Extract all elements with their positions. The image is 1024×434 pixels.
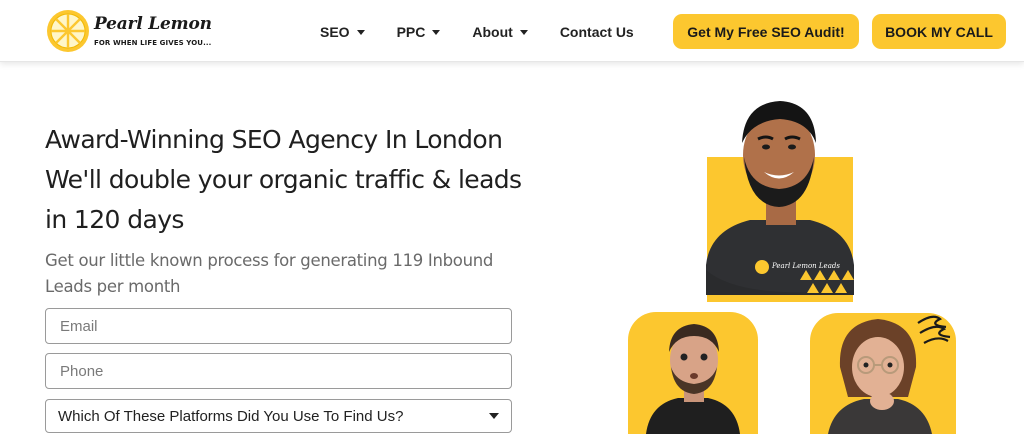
- book-my-call-button[interactable]: BOOK MY CALL: [872, 14, 1006, 49]
- brand-logo[interactable]: Pearl Lemon FOR WHEN LIFE GIVES YOU...: [46, 8, 212, 54]
- main-nav: SEO PPC About Contact Us: [320, 22, 634, 42]
- person-illustration: [706, 101, 854, 295]
- free-seo-audit-button[interactable]: Get My Free SEO Audit!: [673, 14, 859, 49]
- site-header: Pearl Lemon FOR WHEN LIFE GIVES YOU... S…: [0, 0, 1024, 62]
- phone-field[interactable]: [45, 353, 512, 389]
- platform-select[interactable]: Which Of These Platforms Did You Use To …: [45, 399, 512, 433]
- nav-item-label: About: [472, 24, 513, 40]
- person-illustration: [646, 324, 740, 434]
- caret-down-icon: [489, 413, 499, 419]
- team-photo-main: Pearl Lemon Leads: [700, 95, 860, 305]
- nav-item-seo[interactable]: SEO: [320, 24, 365, 40]
- hero-title-line: We'll double your organic traffic & lead…: [45, 165, 522, 194]
- caret-down-icon: [356, 29, 365, 35]
- nav-item-about[interactable]: About: [472, 24, 528, 40]
- nav-item-label: Contact Us: [559, 24, 634, 40]
- hero-title-line: in 120 days: [45, 205, 184, 234]
- hero-title-line: Award-Winning SEO Agency In London: [45, 125, 503, 154]
- team-photo-right: [808, 305, 958, 434]
- platform-select-value: Which Of These Platforms Did You Use To …: [58, 407, 404, 425]
- person-illustration: [828, 315, 951, 434]
- nav-item-contact-us[interactable]: Contact Us: [560, 24, 634, 40]
- nav-item-label: PPC: [396, 24, 426, 40]
- brand-tagline: FOR WHEN LIFE GIVES YOU...: [94, 39, 212, 47]
- nav-item-ppc[interactable]: PPC: [397, 24, 441, 40]
- hero-subtitle: Get our little known process for generat…: [45, 251, 494, 296]
- lemon-slice-icon: [47, 10, 89, 52]
- shirt-logo-text: Pearl Lemon Leads: [772, 262, 840, 270]
- brand-name: Pearl Lemon: [94, 14, 212, 34]
- team-photo-left: [628, 312, 758, 434]
- caret-down-icon: [519, 29, 528, 35]
- nav-item-label: SEO: [320, 24, 350, 40]
- hero-section: Award-Winning SEO Agency In London We'll…: [45, 120, 525, 300]
- email-field[interactable]: [45, 308, 512, 344]
- hero-title: Award-Winning SEO Agency In London We'll…: [45, 120, 525, 240]
- caret-down-icon: [432, 29, 441, 35]
